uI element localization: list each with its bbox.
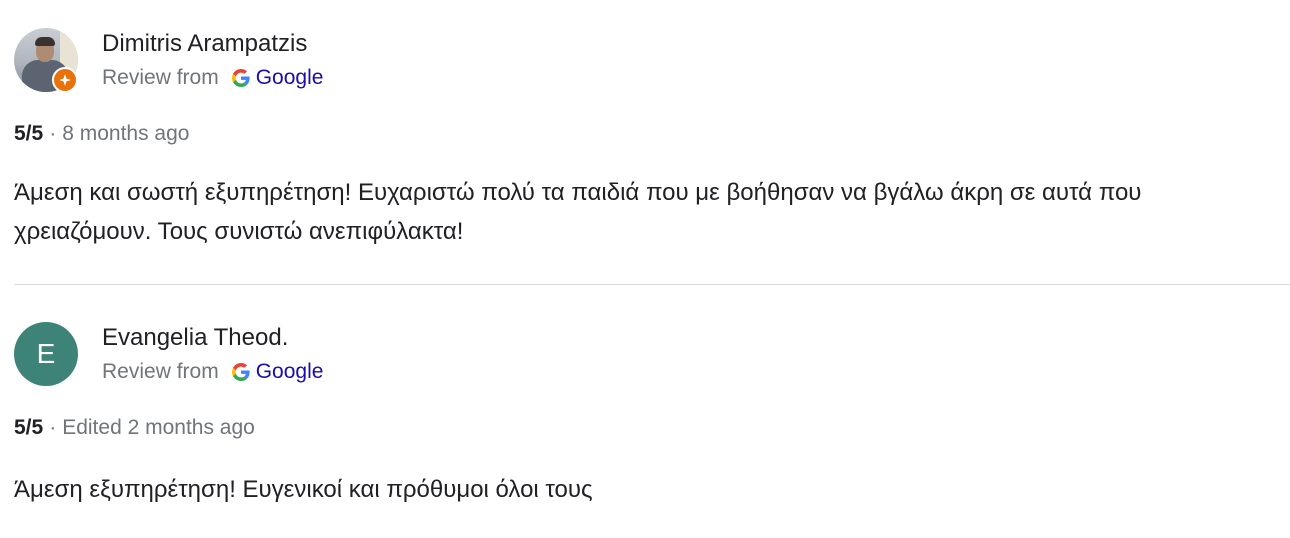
reviewer-avatar-letter[interactable]: E (14, 322, 78, 386)
review-meta: 5/5 · 8 months ago (14, 121, 189, 147)
google-source-link[interactable]: Google (256, 359, 324, 385)
review-from-label: Review from (102, 360, 219, 383)
review-source: Review from Google (102, 359, 323, 385)
review-time: 8 months ago (62, 122, 190, 145)
google-source-link[interactable]: Google (256, 65, 324, 91)
google-g-logo-icon (231, 363, 250, 381)
review-source: Review from Google (102, 65, 323, 91)
reviewer-name[interactable]: Evangelia Theod. (102, 324, 288, 352)
review-meta: 5/5 · Edited 2 months ago (14, 415, 255, 441)
review-text: Άμεση εξυπηρέτηση! Ευγενικοί και πρόθυμο… (14, 476, 593, 503)
review-rating: 5/5 (14, 122, 44, 145)
review-card: E Evangelia Theod. Review from Google 5/… (0, 285, 1290, 538)
review-from-label: Review from (102, 66, 219, 89)
reviewer-name[interactable]: Dimitris Arampatzis (102, 30, 307, 58)
review-rating: 5/5 (14, 416, 44, 439)
review-time: Edited 2 months ago (62, 416, 255, 439)
review-text: Άμεση και σωστή εξυπηρέτηση! Ευχαριστώ π… (14, 179, 1142, 245)
google-g-logo-icon (231, 69, 250, 87)
review-card: Dimitris Arampatzis Review from Google 5… (0, 0, 1290, 285)
meta-separator: · (49, 416, 57, 439)
avatar-figure-hair (35, 37, 55, 46)
meta-separator: · (49, 122, 57, 145)
avatar-letter: E (36, 338, 56, 369)
local-guide-badge-icon (52, 67, 78, 93)
